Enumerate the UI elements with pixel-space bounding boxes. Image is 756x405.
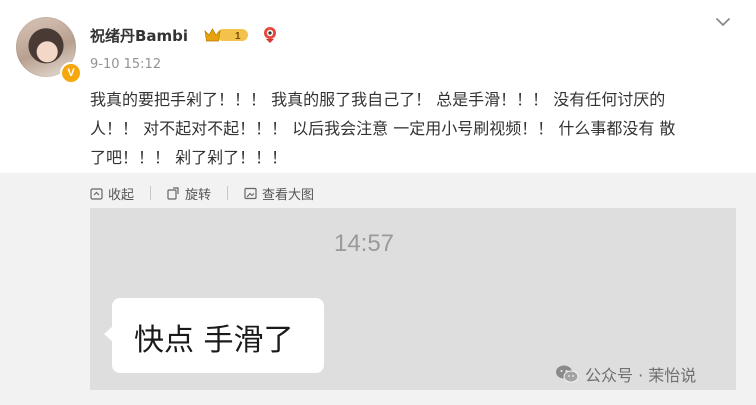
view-large-button[interactable]: 查看大图 (244, 184, 314, 203)
post-time[interactable]: 9-10 15:12 (90, 57, 161, 72)
image-icon (244, 187, 257, 199)
rotate-icon (167, 186, 179, 200)
chat-timestamp: 14:57 (333, 230, 395, 257)
post-text-line: 人！！ 对不起对不起！！！ 以后我会注意 一定用小号刷视频！！ 什么事都没有 散 (90, 119, 676, 138)
watermark: 公众号 · 茉怡说 (555, 363, 696, 385)
chat-bubble: 快点 手滑了 (104, 298, 324, 373)
watermark-text: 公众号 · 茉怡说 (585, 366, 697, 385)
collapse-button[interactable]: 收起 (90, 184, 134, 203)
collapse-label: 收起 (108, 187, 135, 203)
weibo-page: V 祝绪丹Bambi 1 9-10 15:12 我真的要把手剁了！！！ 我真的服… (0, 0, 756, 405)
divider (227, 186, 229, 200)
view-large-label: 查看大图 (262, 187, 315, 203)
username-link[interactable]: 祝绪丹Bambi (90, 25, 188, 46)
wechat-icon (556, 365, 579, 383)
rotate-label: 旋转 (185, 187, 212, 203)
image-actions-bar: 收起 旋转 查看大图 (90, 183, 330, 203)
post-text-line: 我真的要把手剁了！！！ 我真的服了我自己了！ 总是手滑！！！ 没有任何讨厌的 (90, 90, 666, 109)
post-text-line: 了吧！！！ 剁了剁了！！！ (90, 148, 288, 167)
chat-message: 快点 手滑了 (134, 323, 294, 358)
verified-badge-icon: V (60, 62, 82, 84)
rotate-button[interactable]: 旋转 (167, 184, 211, 203)
post-text: 我真的要把手剁了！！！ 我真的服了我自己了！ 总是手滑！！！ 没有任何讨厌的 人… (90, 85, 736, 172)
avatar[interactable]: V (16, 17, 82, 84)
vip-crown-icon[interactable]: 1 (204, 27, 250, 43)
chevron-down-icon[interactable] (715, 16, 731, 28)
vip-level: 1 (235, 31, 241, 42)
fan-badge-icon[interactable] (262, 26, 278, 44)
divider (150, 186, 152, 200)
collapse-icon (90, 187, 103, 200)
